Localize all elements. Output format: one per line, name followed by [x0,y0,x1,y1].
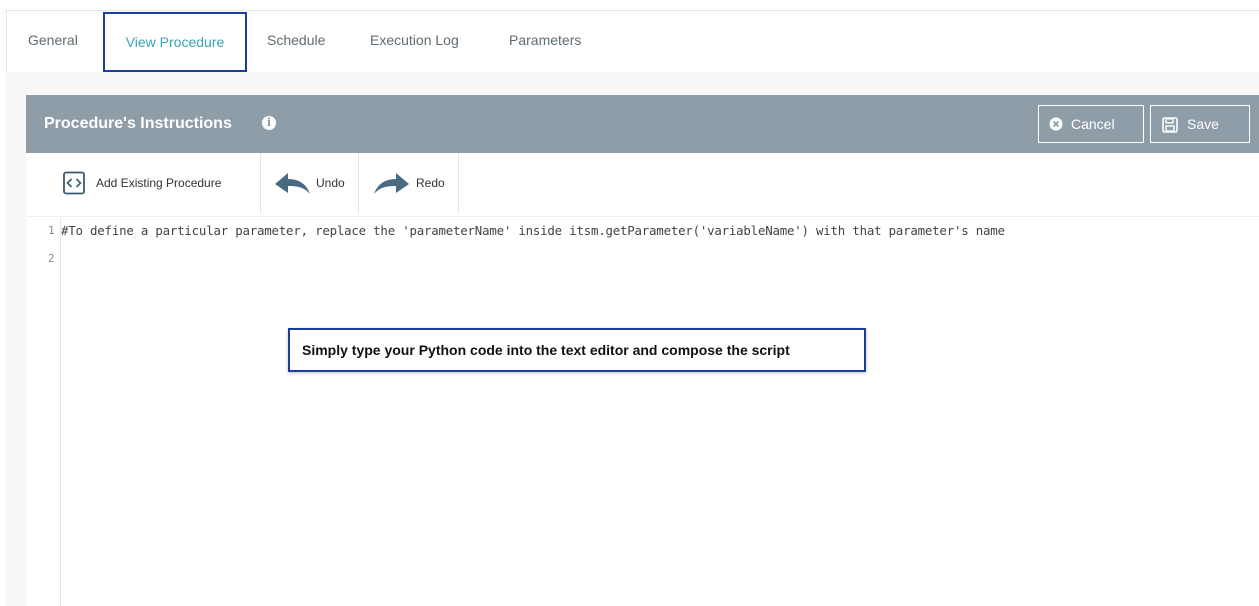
tab-execution-log[interactable]: Execution Log [370,11,459,71]
code-file-icon [63,171,85,195]
add-existing-procedure-button[interactable]: Add Existing Procedure [46,153,261,214]
panel-title: Procedure's Instructions [44,115,232,132]
save-label: Save [1187,116,1219,132]
line-number: 2 [48,252,55,265]
editor-toolbar: Add Existing Procedure Undo Redo [26,153,1259,217]
add-existing-procedure-label: Add Existing Procedure [96,176,222,190]
code-line[interactable]: #To define a particular parameter, repla… [61,223,1005,238]
info-icon[interactable]: i [262,116,276,130]
tab-bar: General View Procedure Schedule Executio… [6,10,1259,74]
tab-general[interactable]: General [28,11,78,71]
redo-button[interactable]: Redo [358,153,459,214]
save-disk-icon [1162,117,1178,133]
redo-label: Redo [416,176,445,190]
cancel-button[interactable]: Cancel [1038,105,1144,143]
undo-arrow-icon [275,173,310,194]
cancel-label: Cancel [1071,116,1115,132]
undo-label: Undo [316,176,345,190]
tab-schedule[interactable]: Schedule [267,11,325,71]
tab-parameters[interactable]: Parameters [509,11,581,71]
tab-view-procedure[interactable]: View Procedure [103,12,247,72]
code-editor[interactable]: 1 2 #To define a particular parameter, r… [26,218,1259,606]
panel-header: Procedure's Instructions i Cancel Save [26,95,1259,153]
instruction-callout: Simply type your Python code into the te… [288,328,866,372]
save-button[interactable]: Save [1150,105,1250,143]
redo-arrow-icon [374,173,409,194]
line-number-gutter: 1 2 [26,218,61,606]
cancel-circle-icon [1049,117,1063,131]
undo-button[interactable]: Undo [260,153,359,214]
line-number: 1 [48,224,55,237]
